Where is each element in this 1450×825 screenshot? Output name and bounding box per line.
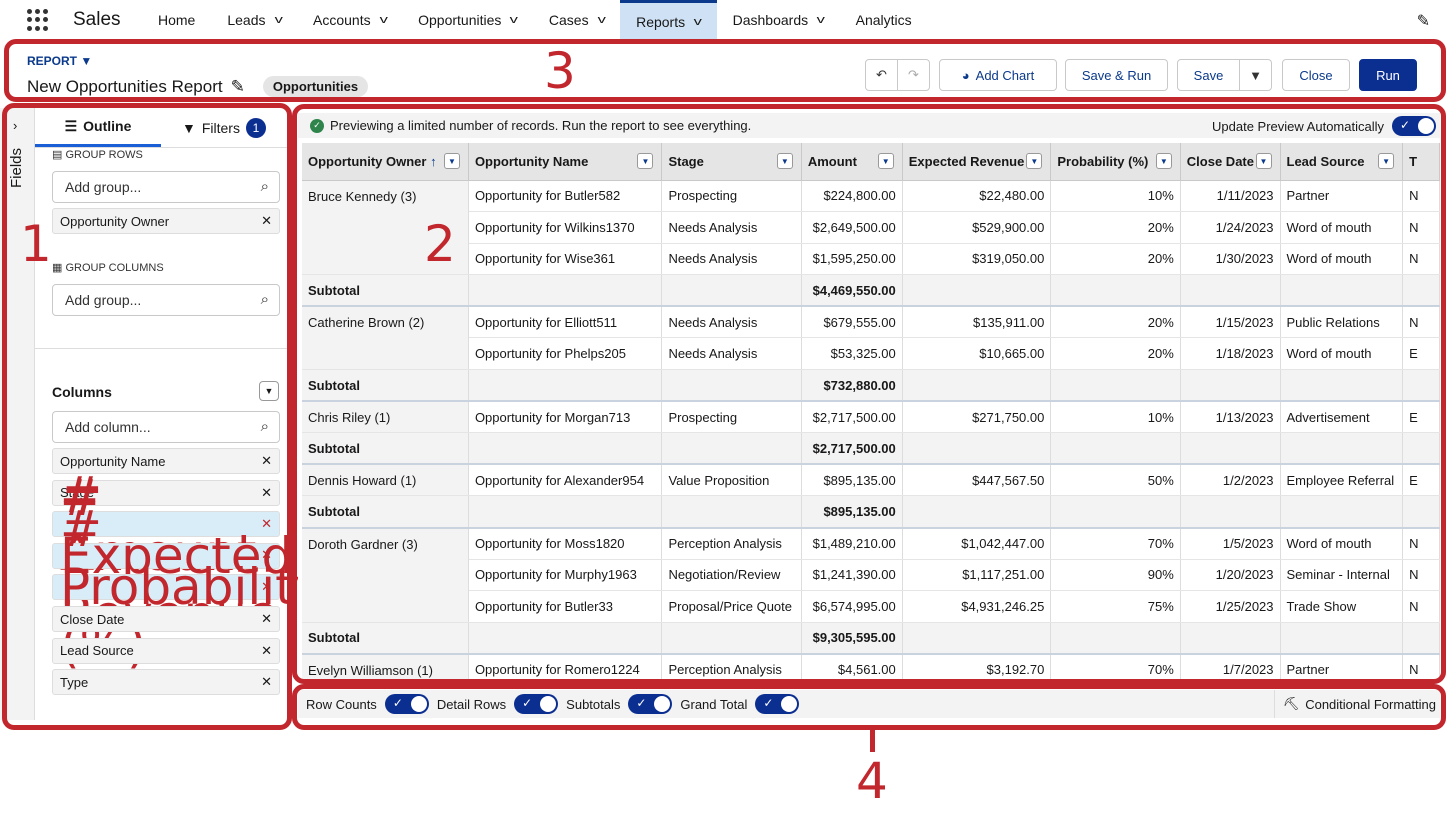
nav-tab-label: Home (158, 12, 196, 28)
nav-tab-leads[interactable]: Leads v (211, 0, 297, 40)
chevron-down-icon[interactable]: v (274, 14, 282, 26)
nav-tab-label: Leads (227, 12, 266, 28)
annotation-number-1: 1 (20, 215, 52, 273)
nav-tab-label: Cases (548, 12, 589, 28)
app-name: Sales (73, 9, 121, 30)
annotation-number-4: 4 (856, 752, 888, 810)
chevron-down-icon[interactable]: v (510, 14, 518, 26)
annotation-box-2 (292, 104, 1446, 684)
annotation-connector (870, 730, 875, 752)
nav-tab-label: Accounts (313, 12, 371, 28)
app-launcher-icon[interactable] (27, 9, 49, 31)
annotation-box-3 (4, 39, 1446, 102)
chevron-down-icon[interactable]: v (597, 14, 605, 26)
nav-tab-home[interactable]: Home (142, 0, 211, 40)
edit-nav-icon[interactable]: ✎ (1417, 11, 1430, 31)
nav-tab-label: Opportunities (418, 12, 502, 28)
nav-tab-opportunities[interactable]: Opportunities v (402, 0, 533, 40)
nav-tab-accounts[interactable]: Accounts v (297, 0, 402, 40)
nav-tab-label: Reports (636, 13, 686, 30)
annotation-number-2: 2 (424, 215, 456, 273)
annotation-box-1 (2, 103, 292, 730)
nav-tab-dashboards[interactable]: Dashboards v (717, 0, 840, 40)
chevron-down-icon[interactable]: v (694, 16, 702, 28)
nav-tab-cases[interactable]: Cases v (533, 0, 620, 40)
annotation-number-3: 3 (544, 42, 576, 100)
nav-tab-reports[interactable]: Reports v (620, 0, 717, 40)
chevron-down-icon[interactable]: v (817, 14, 825, 26)
nav-tab-label: Analytics (855, 12, 912, 28)
nav-tab-analytics[interactable]: Analytics (840, 0, 928, 40)
top-nav: Sales Home Leads v Accounts v Opportunities v C… (0, 0, 1450, 40)
chevron-down-icon[interactable]: v (379, 14, 387, 26)
annotation-box-4 (292, 684, 1446, 730)
nav-tab-label: Dashboards (732, 12, 809, 28)
